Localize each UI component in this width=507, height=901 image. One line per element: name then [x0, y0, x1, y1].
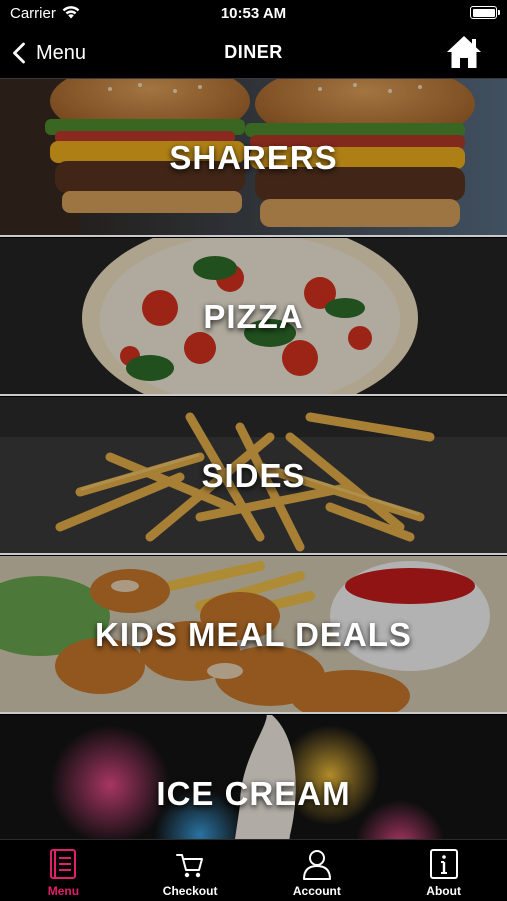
status-bar: Carrier 10:53 AM: [0, 0, 507, 28]
user-icon: [302, 850, 331, 880]
category-sides[interactable]: SIDES: [0, 397, 507, 555]
tab-menu[interactable]: Menu: [0, 840, 127, 901]
category-list: SHARERS PIZZA SIDES KIDS MEAL DEALS ICE …: [0, 79, 507, 839]
tab-label: Menu: [47, 884, 80, 898]
info-icon: [429, 849, 458, 879]
home-icon[interactable]: [445, 34, 483, 70]
tab-bar: Menu Checkout Account About: [0, 839, 507, 901]
chevron-left-icon: [13, 42, 25, 64]
tab-label: About: [426, 884, 461, 898]
back-button[interactable]: Menu: [12, 38, 86, 68]
category-kids-meal-deals[interactable]: KIDS MEAL DEALS: [0, 556, 507, 714]
category-label: SHARERS: [169, 139, 338, 176]
navigation-bar: Menu DINER: [0, 28, 507, 79]
tab-label: Account: [292, 884, 341, 898]
tab-about[interactable]: About: [380, 840, 507, 901]
category-pizza[interactable]: PIZZA: [0, 238, 507, 396]
cart-icon: [176, 854, 204, 878]
back-label: Menu: [36, 41, 87, 64]
tab-checkout[interactable]: Checkout: [127, 840, 254, 901]
category-label: ICE CREAM: [156, 775, 351, 812]
category-label: KIDS MEAL DEALS: [95, 616, 412, 653]
tab-account[interactable]: Account: [254, 840, 381, 901]
category-label: SIDES: [201, 457, 306, 494]
category-ice-cream[interactable]: ICE CREAM: [0, 715, 507, 839]
battery-icon: [470, 6, 500, 19]
category-sharers[interactable]: SHARERS: [0, 79, 507, 237]
tab-label: Checkout: [162, 884, 218, 898]
menu-book-icon: [50, 849, 77, 879]
status-time: 10:53 AM: [220, 5, 287, 22]
category-label: PIZZA: [203, 298, 304, 335]
